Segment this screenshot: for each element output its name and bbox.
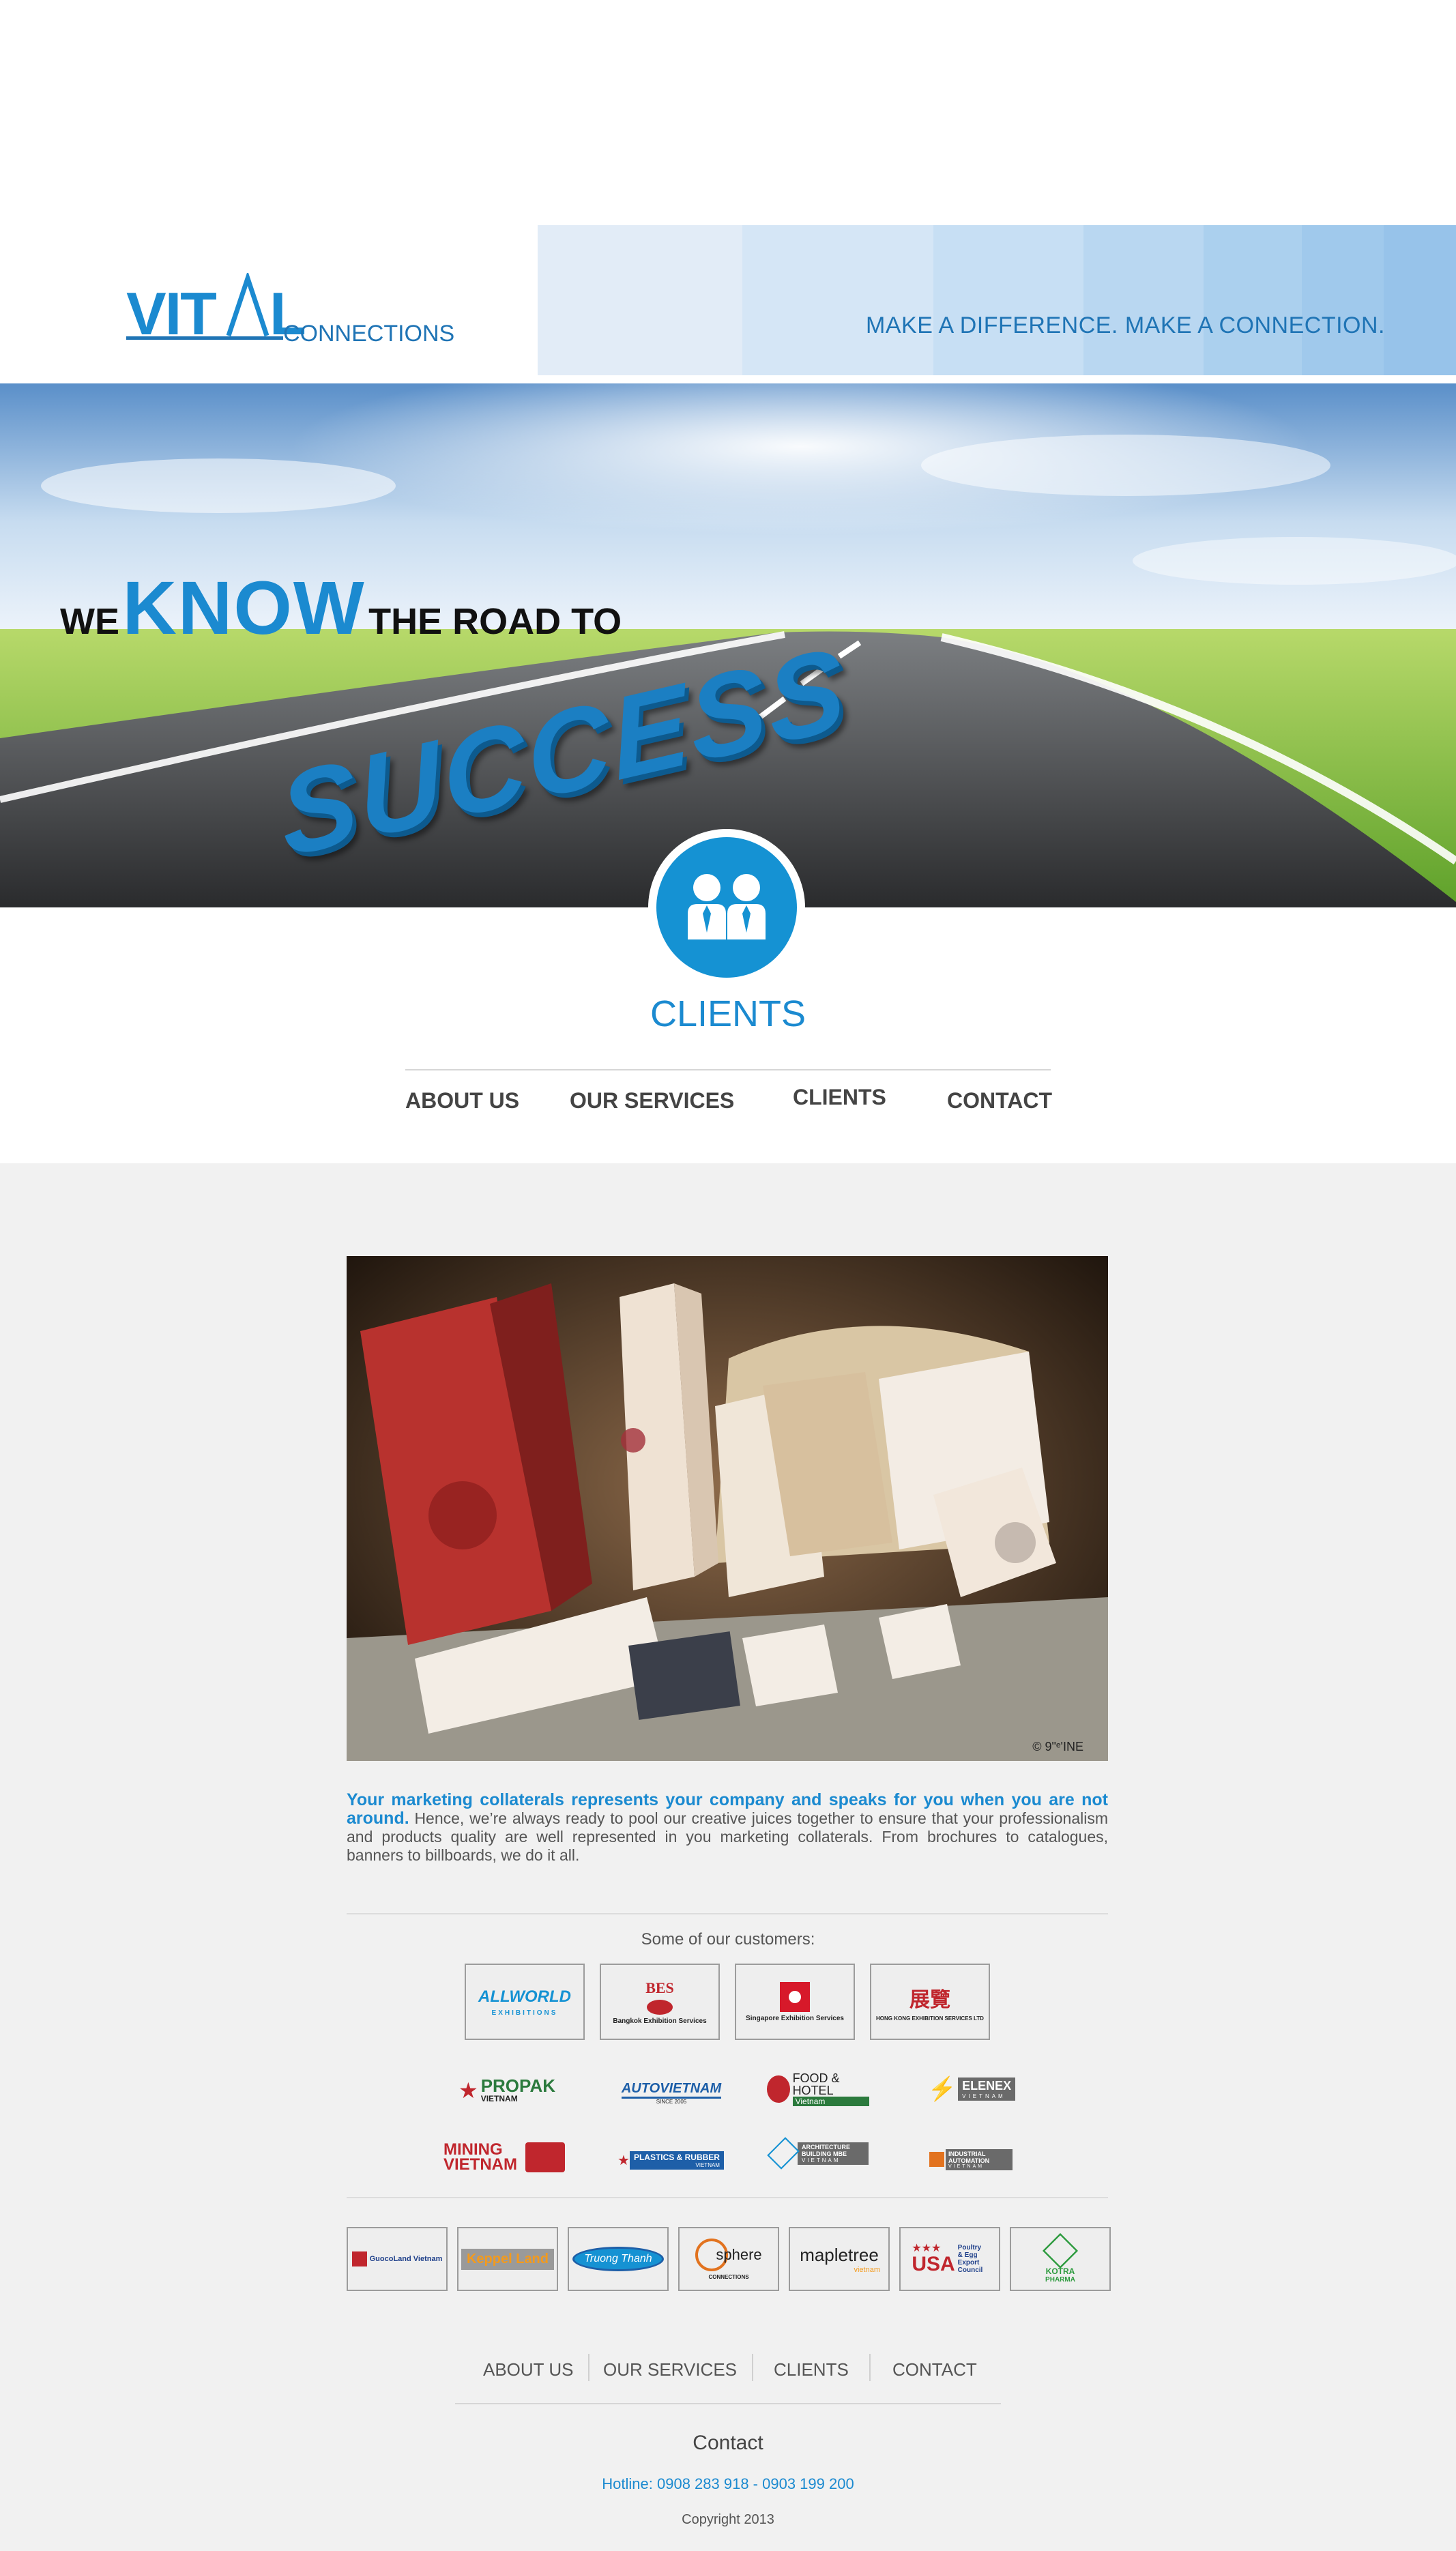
tagline-banner [538, 225, 1456, 375]
customer-logo-usapeec: ★★★ USA Poultry & Egg Export Council [899, 2227, 1000, 2291]
apple-icon [767, 2075, 790, 2103]
customer-logo-industrial-automation: INDUSTRIAL AUTOMATION VIETNAM [925, 2145, 1017, 2174]
section-divider [347, 1913, 1108, 1914]
customer-logo-autovietnam: AUTOVIETNAM SINCE 2005 [621, 2080, 722, 2105]
clients-icon [656, 837, 797, 978]
footer-nav-our-services[interactable]: OUR SERVICES [603, 2359, 737, 2380]
building-icon [767, 2137, 800, 2170]
collateral-photo: © 9"ᵉ'INE [347, 1256, 1108, 1761]
mining-emblem-icon [525, 2142, 565, 2172]
footer-nav-separator [869, 2354, 871, 2381]
kotra-emblem-icon [1042, 2232, 1079, 2269]
customer-logo-keppel-land: Keppel Land [457, 2227, 558, 2291]
footer-nav-about-us[interactable]: ABOUT US [483, 2359, 573, 2380]
svg-text:CONNECTIONS: CONNECTIONS [283, 321, 454, 347]
customer-logo-plastics-rubber: ★ PLASTICS & RUBBER VIETNAM [616, 2148, 725, 2172]
nav-divider [405, 1069, 1051, 1070]
copyright: Copyright 2013 [682, 2512, 774, 2527]
customer-logo-sphere: sphere CONNECTIONS [678, 2227, 779, 2291]
footer-nav-clients[interactable]: CLIENTS [774, 2359, 849, 2380]
intro-paragraph: Your marketing collaterals represents yo… [347, 1791, 1108, 1865]
tagline: MAKE A DIFFERENCE. MAKE A CONNECTION. [866, 312, 1385, 338]
customer-logo-food-hotel: FOOD & HOTEL Vietnam [767, 2070, 869, 2108]
guocoland-emblem-icon [351, 2251, 367, 2266]
lightning-icon: ⚡ [927, 2076, 957, 2102]
intro-body: Hence, we’re always ready to pool our cr… [347, 1809, 1108, 1864]
nav-our-services[interactable]: OUR SERVICES [570, 1088, 734, 1113]
hero-prefix: WE [60, 601, 119, 642]
customer-logo-mapletree: mapletree vietnam [789, 2227, 890, 2291]
customer-logo-truong-thanh: Truong Thanh [568, 2227, 669, 2291]
customer-logo-ses: Singapore Exhibition Services [735, 1964, 855, 2040]
nav-about-us[interactable]: ABOUT US [405, 1088, 519, 1113]
footer-nav-contact[interactable]: CONTACT [892, 2359, 977, 2380]
bes-emblem-icon [647, 1999, 673, 2015]
customer-logo-hkes: 展覽 HONG KONG EXHIBITION SERVICES LTD [870, 1964, 990, 2040]
hotline[interactable]: Hotline: 0908 283 918 - 0903 199 200 [0, 2475, 1456, 2493]
contact-heading: Contact [693, 2432, 763, 2454]
star-icon: ★ [458, 2078, 478, 2103]
hero-highlight: KNOW [122, 566, 366, 650]
page-title: CLIENTS [650, 993, 806, 1034]
nav-clients[interactable]: CLIENTS [793, 1085, 886, 1110]
customer-logo-architecture: ARCHITECTURE BUILDING MBE VIETNAM [767, 2131, 869, 2175]
photo-watermark: © 9"ᵉ'INE [1032, 1740, 1083, 1753]
nav-contact[interactable]: CONTACT [947, 1088, 1052, 1113]
ses-emblem-icon [780, 1981, 810, 2012]
customers-title: Some of our customers: [641, 1930, 815, 1949]
gear-icon [929, 2152, 944, 2167]
customer-logo-allworld: ALLWORLD EXHIBITIONS [465, 1964, 585, 2040]
section-divider [347, 2197, 1108, 2198]
hero-tagline: WE KNOW THE ROAD TO [60, 565, 622, 652]
footer-nav-separator [588, 2354, 589, 2381]
customer-logo-propak: ★ PROPAK VIETNAM [458, 2075, 555, 2103]
footer-nav-separator [752, 2354, 753, 2381]
vital-connections-logo[interactable]: VIT L CONNECTIONS [126, 270, 454, 348]
customer-logo-mining-vietnam: MINING VIETNAM [441, 2140, 568, 2175]
customer-logo-guocoland: GuocoLand Vietnam [347, 2227, 448, 2291]
customer-logo-elenex: ⚡ ELENEX VIETNAM [927, 2070, 1017, 2108]
hero-suffix: THE ROAD TO [368, 601, 622, 642]
footer-divider [455, 2403, 1001, 2404]
star-icon: ★ [617, 2153, 630, 2168]
customer-logo-kotra-pharma: KOTRA PHARMA [1010, 2227, 1111, 2291]
customer-logo-bes: BES Bangkok Exhibition Services [600, 1964, 720, 2040]
